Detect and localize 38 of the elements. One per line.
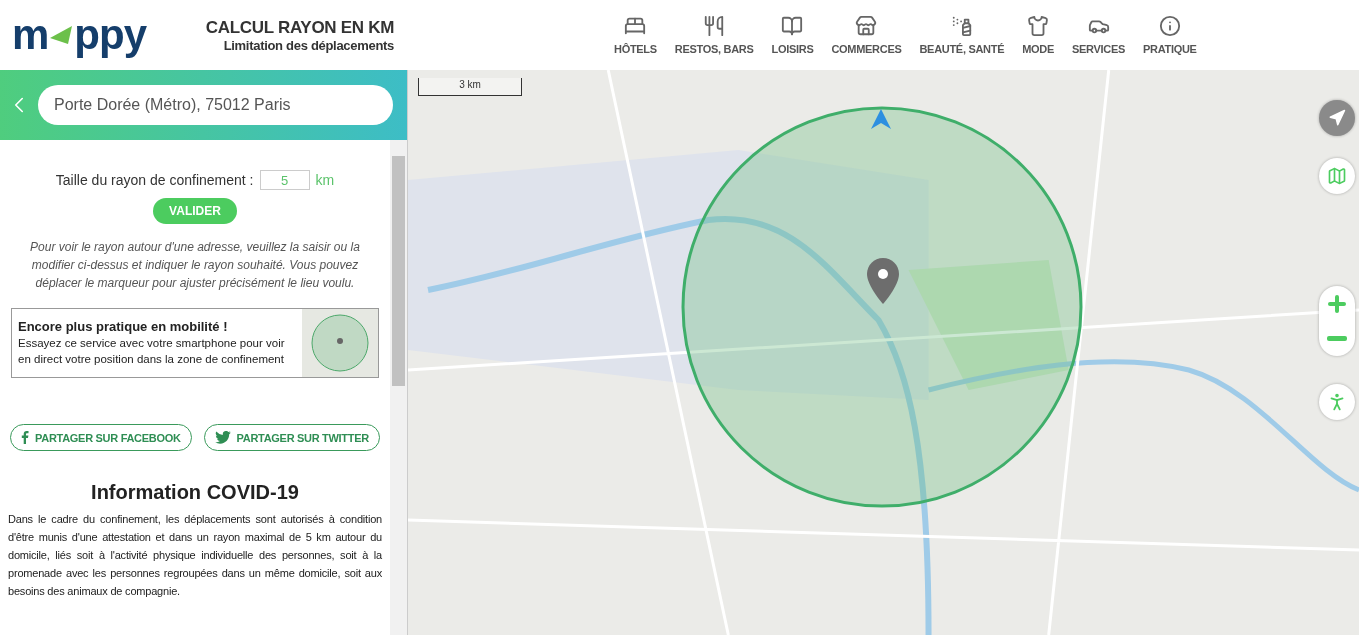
- info-icon: [1158, 15, 1181, 37]
- bird-icon: [214, 431, 231, 444]
- info-title: Information COVID-19: [91, 481, 299, 504]
- info-text: Dans le cadre du confinement, les déplacements sont autorisés à condition d'être munis d'une attestation et dans un rayon maximal de 5 km autour du domicile, liés soit à l'activité physique individuelle des personnes, soit à la promenade avec les personnes regroupées dans un même domicile, soit aux besoins des animaux de compagnie.: [8, 512, 382, 599]
- compass-arrow-icon: [1328, 109, 1346, 127]
- category-link[interactable]: BEAUTÉ, SANTÉ: [913, 15, 1011, 55]
- category-link[interactable]: SERVICES: [1066, 15, 1132, 55]
- radius-label: Taille du rayon de confinement :: [55, 172, 254, 188]
- fork-knife-icon: [703, 15, 726, 37]
- location-pin-icon[interactable]: [866, 258, 900, 304]
- folded-map-icon: [1327, 166, 1347, 186]
- category-link[interactable]: PRATIQUE: [1137, 15, 1203, 55]
- map-scale: 3 km: [418, 78, 522, 96]
- mappy-logo: m ppy: [12, 14, 147, 56]
- minus-icon: [1327, 336, 1347, 341]
- navigation-arrow-icon: [870, 108, 892, 130]
- promo-text: Essayez ce service avec votre smartphone pour voir en direct votre position dans la zone de confinement: [18, 336, 286, 367]
- address-field[interactable]: Porte Dorée (Métro), 75012 Paris: [38, 85, 393, 125]
- category-link[interactable]: HÔTELS: [608, 15, 663, 55]
- promo-card[interactable]: Encore plus pratique en mobilité ! Essayez ce service avec votre smartphone pour voir en direct votre position dans la zone de confinement: [11, 308, 379, 378]
- promo-title: Encore plus pratique en mobilité !: [18, 319, 229, 335]
- spray-bottle-icon: [950, 15, 973, 37]
- book-icon: [781, 15, 804, 37]
- share-button[interactable]: PARTAGER SUR FACEBOOK: [10, 424, 192, 451]
- bed-icon: [624, 15, 647, 37]
- facebook-icon: [21, 431, 30, 444]
- category-link[interactable]: LOISIRS: [765, 15, 820, 55]
- shirt-icon: [1027, 15, 1050, 37]
- unit-label: km: [315, 172, 335, 188]
- page-title: CALCUL RAYON EN KM: [205, 17, 394, 38]
- category-link[interactable]: MODE: [1016, 15, 1060, 55]
- help-text: Pour voir le rayon autour d'une adresse, veuillez la saisir ou la modifier ci-dessus et indiquer le rayon souhaité. Vous pouvez déplacer le marqueur pour ajuster précisément le lieu voulu.: [29, 239, 361, 292]
- storefront-icon: [855, 15, 878, 37]
- category-link[interactable]: RESTOS, BARS: [668, 15, 760, 55]
- scrollbar[interactable]: [390, 140, 407, 635]
- page-subtitle: Limitation des déplacements: [222, 37, 394, 53]
- share-button[interactable]: PARTAGER SUR TWITTER: [203, 424, 380, 451]
- category-link[interactable]: COMMERCES: [825, 15, 908, 55]
